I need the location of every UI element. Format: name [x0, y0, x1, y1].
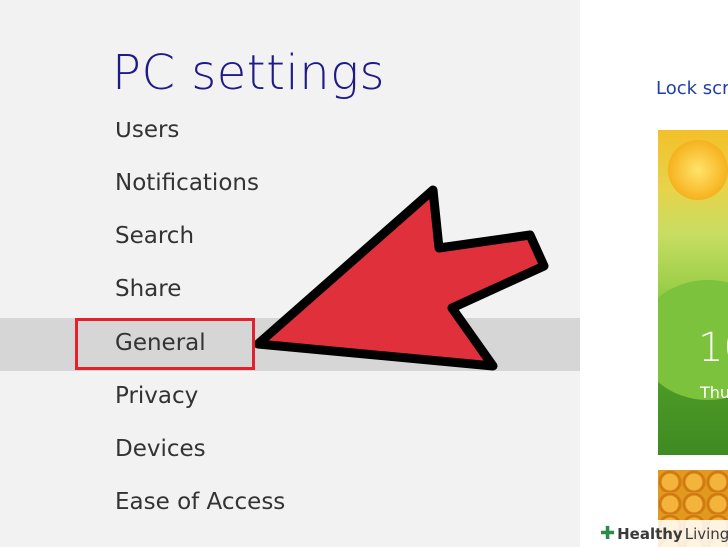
- page-title: PC settings: [112, 45, 385, 101]
- nav-item-devices[interactable]: Devices: [0, 424, 580, 477]
- lock-screen-preview[interactable]: 10 Thu: [658, 130, 728, 455]
- settings-nav-pane: Users PC settings Notifications Search S…: [0, 0, 580, 547]
- lock-screen-pane: Lock scre 10 Thu: [580, 0, 728, 547]
- sun-decoration: [668, 140, 728, 200]
- plus-icon: ✚: [600, 523, 616, 544]
- nav-item-label: Share: [115, 276, 182, 302]
- pointer-arrow-icon: [255, 185, 549, 371]
- watermark: ✚ Healthy Living: [596, 520, 728, 547]
- nav-item-label: Ease of Access: [115, 489, 286, 515]
- watermark-brand-a: Healthy: [617, 524, 683, 543]
- nav-item-label: Notifications: [115, 170, 259, 196]
- watermark-brand-b: Living: [684, 524, 728, 543]
- lock-day: Thu: [700, 383, 728, 402]
- lock-screen-link[interactable]: Lock scre: [656, 78, 728, 99]
- nav-item-ease-of-access[interactable]: Ease of Access: [0, 477, 580, 530]
- lock-clock: 10: [698, 325, 728, 371]
- nav-item-label: Search: [115, 223, 195, 249]
- nav-item-label: Devices: [115, 436, 206, 462]
- nav-item-label: Privacy: [115, 383, 199, 409]
- highlight-box: [75, 318, 255, 370]
- nav-item-privacy[interactable]: Privacy: [0, 371, 580, 424]
